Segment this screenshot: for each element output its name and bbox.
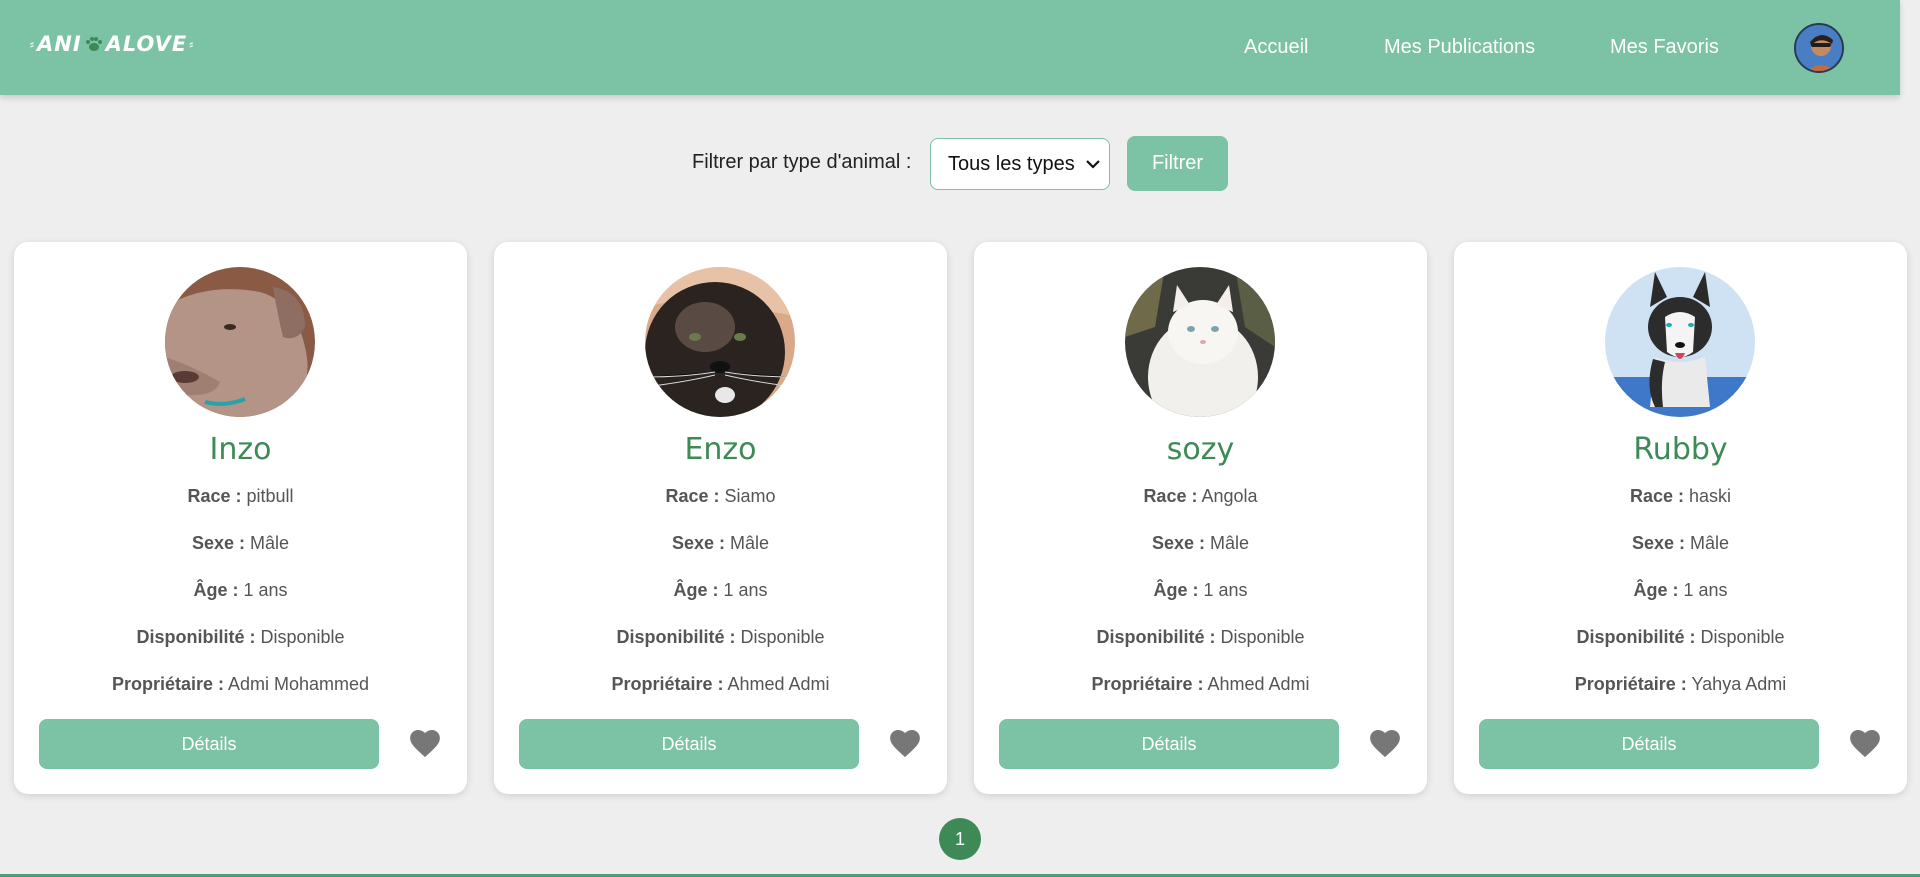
animal-card: Inzo Race : pitbull Sexe : Mâle Âge : 1 …	[14, 242, 467, 794]
animal-card: Enzo Race : Siamo Sexe : Mâle Âge : 1 an…	[494, 242, 947, 794]
animal-card: sozy Race : Angola Sexe : Mâle Âge : 1 a…	[974, 242, 1427, 794]
sexe-row: Sexe : Mâle	[1631, 533, 1730, 553]
filter-label: Filtrer par type d'animal :	[692, 151, 912, 173]
sexe-row: Sexe : Mâle	[671, 533, 770, 553]
sexe-row: Sexe : Mâle	[1151, 533, 1250, 553]
animal-type-select[interactable]: Tous les types	[930, 138, 1110, 190]
animal-name: Rubby	[1633, 432, 1728, 467]
heart-icon[interactable]	[1848, 727, 1882, 759]
race-row: Race : Angola	[1143, 486, 1258, 506]
navbar: ⸗ ANI ALOVE ⸗ Accueil Mes Publications M…	[0, 0, 1900, 95]
sexe-row: Sexe : Mâle	[191, 533, 290, 553]
details-button[interactable]: Détails	[1479, 719, 1819, 769]
details-button[interactable]: Détails	[519, 719, 859, 769]
owner-row: Propriétaire : Ahmed Admi	[1091, 674, 1310, 694]
nav-accueil[interactable]: Accueil	[1244, 36, 1308, 59]
race-row: Race : haski	[1629, 486, 1732, 506]
paw-icon	[84, 34, 104, 54]
nav-mes-favoris[interactable]: Mes Favoris	[1610, 36, 1719, 59]
animal-name: Inzo	[209, 432, 272, 467]
logo-text-right: ALOVE	[105, 32, 188, 56]
heart-icon[interactable]	[888, 727, 922, 759]
dispo-row: Disponibilité : Disponible	[1576, 627, 1785, 647]
nav-mes-publications[interactable]: Mes Publications	[1384, 36, 1535, 59]
age-row: Âge : 1 ans	[1153, 580, 1248, 600]
details-button[interactable]: Détails	[999, 719, 1339, 769]
animal-photo-dog[interactable]	[1605, 267, 1755, 417]
site-logo[interactable]: ⸗ ANI ALOVE ⸗	[30, 26, 194, 62]
heart-icon[interactable]	[1368, 727, 1402, 759]
animal-card: Rubby Race : haski Sexe : Mâle Âge : 1 a…	[1454, 242, 1907, 794]
age-row: Âge : 1 ans	[673, 580, 768, 600]
animal-name: sozy	[1166, 432, 1235, 467]
animal-photo-dog[interactable]	[165, 267, 315, 417]
age-row: Âge : 1 ans	[193, 580, 288, 600]
owner-row: Propriétaire : Ahmed Admi	[611, 674, 830, 694]
dispo-row: Disponibilité : Disponible	[1096, 627, 1305, 647]
logo-text-left: ANI	[37, 32, 82, 56]
filter-button[interactable]: Filtrer	[1127, 136, 1228, 191]
dispo-row: Disponibilité : Disponible	[136, 627, 345, 647]
age-row: Âge : 1 ans	[1633, 580, 1728, 600]
chevron-down-icon	[1086, 160, 1100, 169]
race-row: Race : pitbull	[187, 486, 294, 506]
race-row: Race : Siamo	[665, 486, 776, 506]
select-value: Tous les types	[948, 152, 1075, 175]
animal-photo-cat[interactable]	[645, 267, 795, 417]
dispo-row: Disponibilité : Disponible	[616, 627, 825, 647]
pagination-page-1[interactable]: 1	[939, 818, 981, 860]
animal-photo-cat[interactable]	[1125, 267, 1275, 417]
animal-name: Enzo	[684, 432, 757, 467]
details-button[interactable]: Détails	[39, 719, 379, 769]
user-avatar[interactable]	[1794, 23, 1844, 73]
owner-row: Propriétaire : Yahya Admi	[1574, 674, 1787, 694]
owner-row: Propriétaire : Admi Mohammed	[111, 674, 370, 694]
heart-icon[interactable]	[408, 727, 442, 759]
